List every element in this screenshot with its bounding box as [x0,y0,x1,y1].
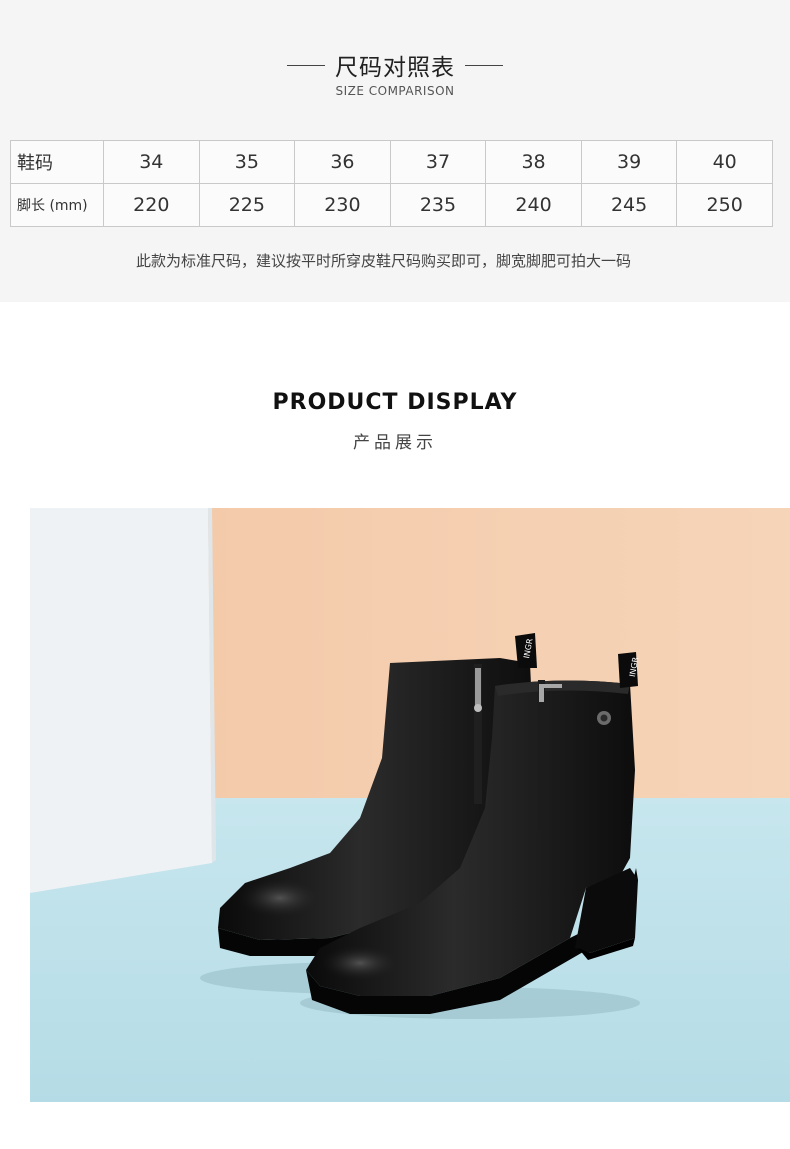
size-chart-section: 尺码对照表 SIZE COMPARISON 鞋码 34 35 36 37 38 … [0,0,790,302]
table-cell: 40 [676,140,773,184]
white-panel [30,508,212,893]
product-display-title-en: PRODUCT DISPLAY [272,390,518,415]
row-label-foot-length: 脚长 (mm) [10,183,104,227]
table-cell: 220 [103,183,200,227]
size-chart-title-cn: 尺码对照表 [335,55,455,81]
table-cell: 35 [198,140,296,184]
table-cell: 36 [294,140,391,184]
table-cell: 245 [580,183,678,227]
table-cell: 250 [676,183,773,227]
size-chart-title-en: SIZE COMPARISON [335,84,455,98]
row-label-shoe-size: 鞋码 [10,140,104,184]
table-cell: 240 [485,183,582,227]
table-cell: 225 [198,183,296,227]
title-divider-left [287,64,325,66]
product-display-title-cn: 产品展示 [353,433,437,453]
boots-illustration: INGR INGR [30,508,790,1102]
size-chart-title: 尺码对照表 [0,48,790,82]
table-cell: 235 [389,183,487,227]
size-note: 此款为标准尺码，建议按平时所穿皮鞋尺码购买即可，脚宽脚肥可拍大一码 [135,252,631,270]
table-cell: 39 [580,140,678,184]
table-cell: 38 [485,140,582,184]
table-cell: 37 [389,140,487,184]
table-row-shoe-size: 鞋码 34 35 36 37 38 39 40 [10,140,773,184]
size-table: 鞋码 34 35 36 37 38 39 40 脚长 (mm) 220 225 … [10,140,773,227]
title-divider-right [465,64,503,66]
product-photo: INGR INGR [30,508,790,1102]
table-cell: 34 [103,140,200,184]
table-row-foot-length: 脚长 (mm) 220 225 230 235 240 245 250 [10,183,773,227]
table-cell: 230 [294,183,391,227]
